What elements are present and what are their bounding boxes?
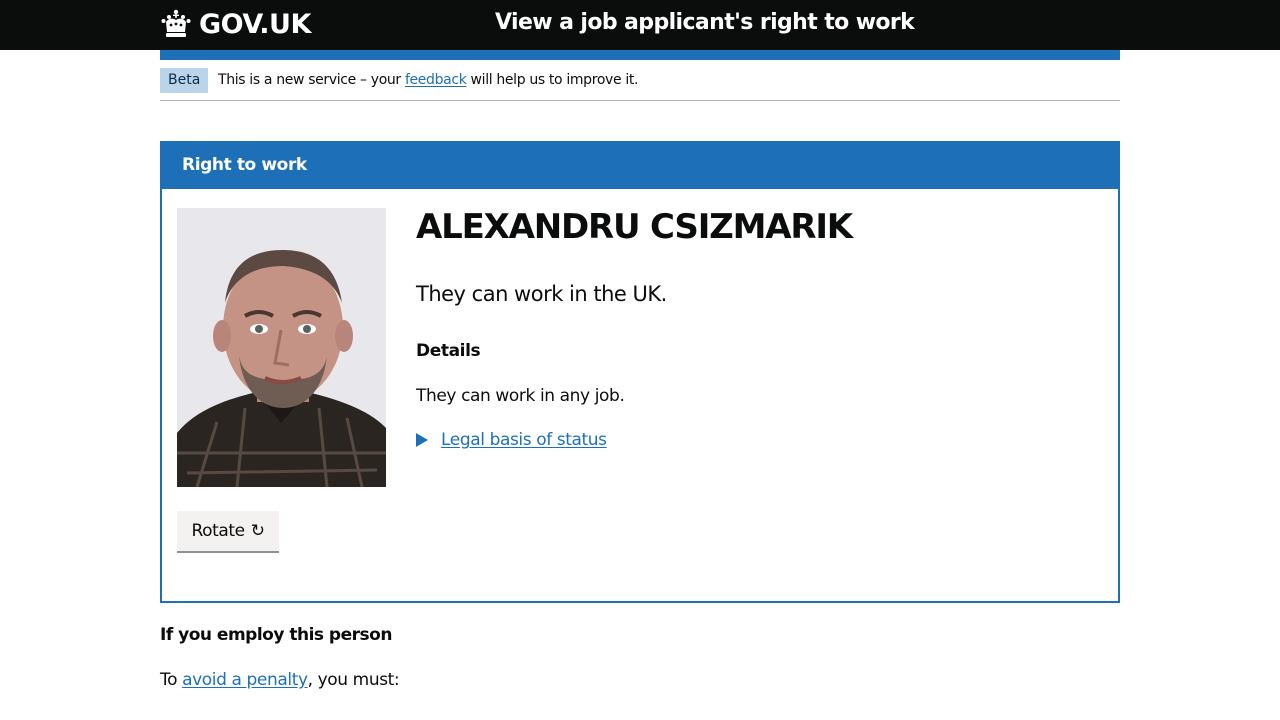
logo-text: GOV.UK — [199, 8, 311, 40]
legal-basis-disclosure[interactable]: Legal basis of status — [416, 430, 607, 450]
employ-text-after: , you must: — [307, 670, 400, 690]
right-to-work-panel: Right to work Rotate ↻ ALEXANDRU CSIZMARI… — [160, 141, 1120, 603]
legal-basis-link[interactable]: Legal basis of status — [441, 430, 607, 450]
applicant-name: ALEXANDRU CSIZMARIK — [416, 207, 853, 247]
header-accent-bar — [160, 50, 1120, 60]
details-heading: Details — [416, 341, 481, 361]
employ-text-before: To — [160, 670, 183, 690]
service-name[interactable]: View a job applicant's right to work — [495, 10, 915, 35]
panel-header: Right to work — [162, 143, 1118, 189]
govuk-logo-link[interactable]: GOV.UK — [160, 6, 311, 42]
rotate-label: Rotate — [191, 521, 245, 541]
phase-banner: Beta This is a new service – your feedba… — [160, 60, 1120, 101]
employ-text: To avoid a penalty, you must: — [160, 670, 400, 690]
phase-banner-text: This is a new service – your feedback wi… — [218, 70, 638, 90]
rotate-icon: ↻ — [250, 521, 265, 541]
details-text: They can work in any job. — [416, 386, 625, 406]
triangle-right-icon — [416, 433, 428, 447]
beta-tag: Beta — [160, 68, 209, 93]
rotate-button[interactable]: Rotate ↻ — [177, 511, 279, 551]
avoid-penalty-link[interactable]: avoid a penalty — [182, 670, 308, 690]
crown-icon — [161, 9, 191, 37]
applicant-photo — [177, 208, 386, 487]
feedback-link[interactable]: feedback — [405, 72, 467, 88]
phase-text-before: This is a new service – your — [218, 72, 405, 88]
phase-text-after: will help us to improve it. — [466, 72, 639, 88]
panel-title: Right to work — [182, 155, 307, 175]
work-status: They can work in the UK. — [416, 282, 667, 306]
employ-heading: If you employ this person — [160, 625, 392, 645]
site-header: GOV.UK View a job applicant's right to w… — [0, 0, 1280, 50]
